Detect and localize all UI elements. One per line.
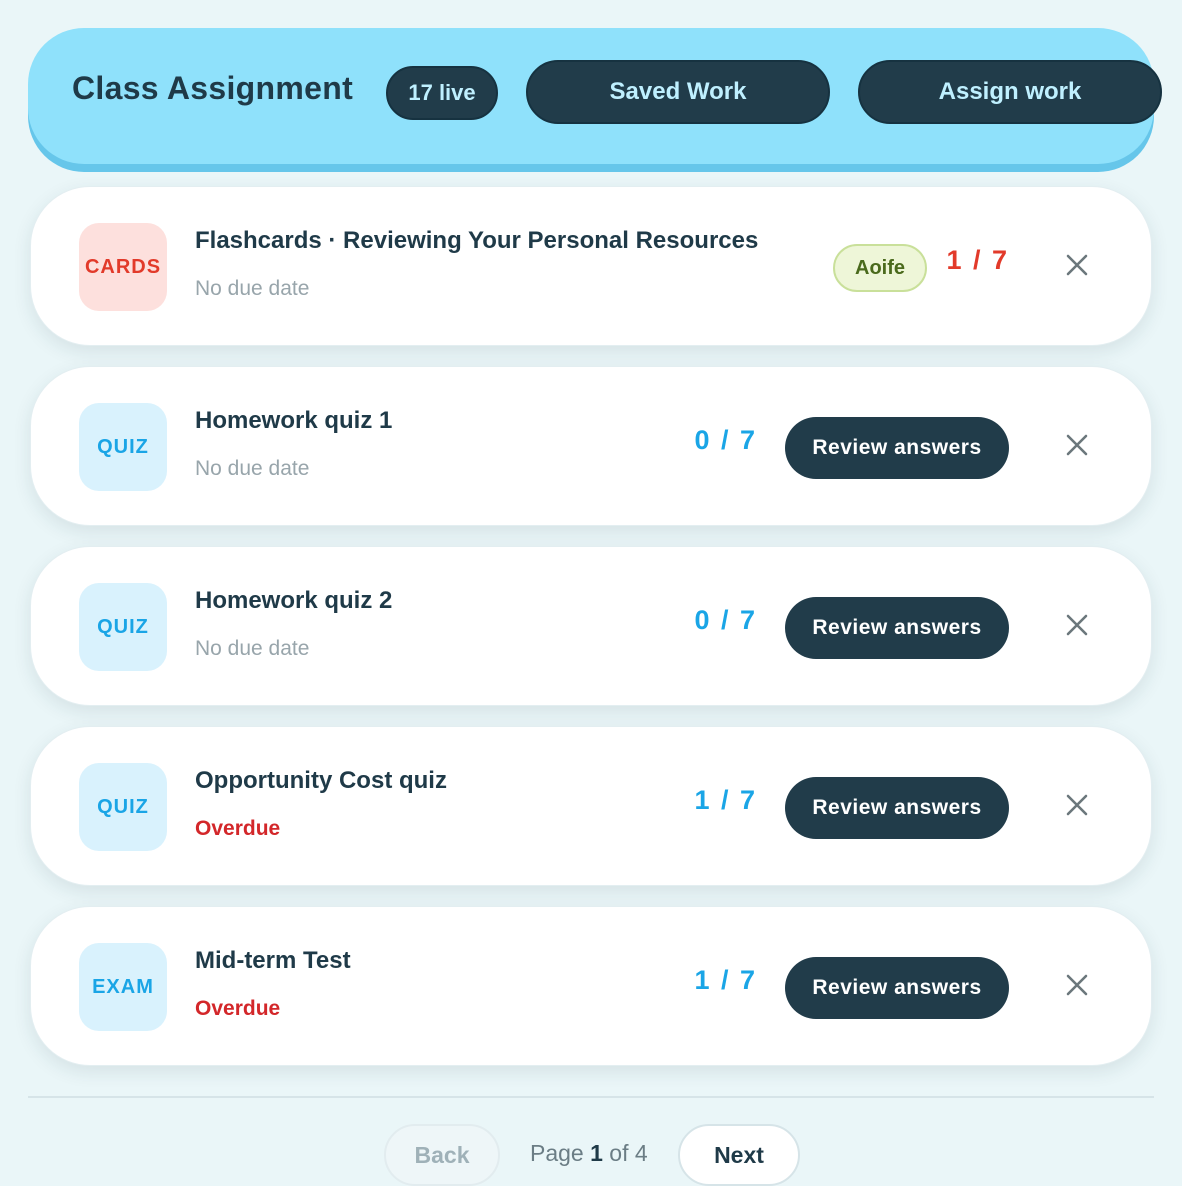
type-badge-quiz: QUIZ [79, 403, 167, 491]
footer-divider [28, 1096, 1154, 1098]
saved-work-button[interactable]: Saved Work [526, 60, 830, 124]
current-page: 1 [590, 1140, 603, 1166]
type-badge-quiz: QUIZ [79, 583, 167, 671]
completion-score: 1 / 7 [946, 245, 1009, 275]
back-button[interactable]: Back [384, 1124, 500, 1186]
completion-score: 1 / 7 [694, 785, 757, 815]
remove-assignment-button[interactable] [1061, 249, 1093, 281]
assignment-card: QUIZ Opportunity Cost quiz Overdue 1 / 7… [30, 726, 1152, 886]
type-badge-quiz: QUIZ [79, 763, 167, 851]
total-pages: 4 [634, 1140, 648, 1166]
due-date-label: No due date [195, 637, 310, 660]
close-icon [1066, 794, 1088, 816]
close-icon [1066, 434, 1088, 456]
assign-work-button[interactable]: Assign work [858, 60, 1162, 124]
assignment-card: CARDS Flashcards · Reviewing Your Person… [30, 186, 1152, 346]
assignment-card: QUIZ Homework quiz 2 No due date 0 / 7 R… [30, 546, 1152, 706]
assignment-title: Homework quiz 1 [195, 407, 393, 434]
review-answers-button[interactable]: Review answers [785, 417, 1009, 479]
assignment-title: Mid-term Test [195, 947, 351, 974]
type-badge-cards: CARDS [79, 223, 167, 311]
live-count-badge: 17 live [386, 66, 498, 120]
close-icon [1066, 254, 1088, 276]
review-answers-button[interactable]: Review answers [785, 597, 1009, 659]
close-icon [1066, 614, 1088, 636]
remove-assignment-button[interactable] [1061, 789, 1093, 821]
assignment-card: QUIZ Homework quiz 1 No due date 0 / 7 R… [30, 366, 1152, 526]
class-assignment-page: Class Assignment 17 live Saved Work Assi… [0, 0, 1182, 1186]
page-prefix: Page [530, 1140, 584, 1166]
review-answers-button[interactable]: Review answers [785, 777, 1009, 839]
remove-assignment-button[interactable] [1061, 969, 1093, 1001]
assignment-card: EXAM Mid-term Test Overdue 1 / 7 Review … [30, 906, 1152, 1066]
header-bar: Class Assignment 17 live Saved Work Assi… [28, 28, 1162, 164]
completion-score: 0 / 7 [694, 605, 757, 635]
due-date-label: No due date [195, 277, 310, 300]
review-answers-button[interactable]: Review answers [785, 957, 1009, 1019]
next-button[interactable]: Next [678, 1124, 800, 1186]
assignment-title: Opportunity Cost quiz [195, 767, 447, 794]
page-of: of [609, 1140, 629, 1166]
due-date-label: No due date [195, 457, 310, 480]
type-badge-exam: EXAM [79, 943, 167, 1031]
overdue-label: Overdue [195, 997, 281, 1020]
assignment-title: Flashcards · Reviewing Your Personal Res… [195, 227, 759, 254]
overdue-label: Overdue [195, 817, 281, 840]
completion-score: 0 / 7 [694, 425, 757, 455]
page-title: Class Assignment [72, 70, 354, 106]
assignment-title: Homework quiz 2 [195, 587, 393, 614]
page-indicator: Page 1 of 4 [530, 1140, 648, 1167]
remove-assignment-button[interactable] [1061, 429, 1093, 461]
remove-assignment-button[interactable] [1061, 609, 1093, 641]
close-icon [1066, 974, 1088, 996]
completion-score: 1 / 7 [694, 965, 757, 995]
